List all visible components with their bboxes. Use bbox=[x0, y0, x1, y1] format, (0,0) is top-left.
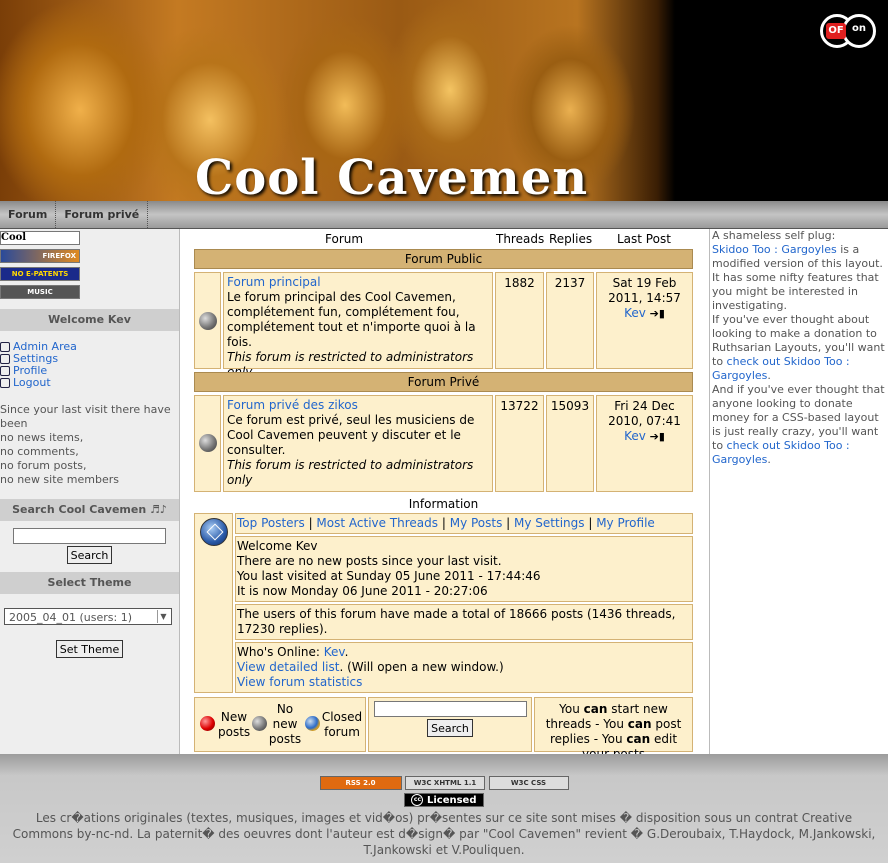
information-heading: Information bbox=[408, 497, 479, 511]
self-plug: A shameless self plug: Skidoo Too : Garg… bbox=[712, 229, 885, 466]
logout-link[interactable]: Logout bbox=[0, 377, 179, 388]
bullet-icon bbox=[0, 378, 10, 388]
online-user-link[interactable]: Kev bbox=[324, 645, 345, 659]
cool-cavemen-badge[interactable]: Cool Cavemen bbox=[0, 231, 80, 245]
left-sidebar: Cool Cavemen FIREFOX NO E-PATENTS MUSIC … bbox=[0, 229, 180, 754]
my-posts-link[interactable]: My Posts bbox=[450, 516, 503, 530]
no-new-posts-icon bbox=[199, 312, 217, 330]
col-header-threads: Threads bbox=[496, 232, 545, 246]
goto-post-icon[interactable]: ➔▮ bbox=[650, 430, 665, 443]
category-header: Forum Privé bbox=[194, 372, 693, 392]
my-profile-link[interactable]: My Profile bbox=[596, 516, 655, 530]
bullet-icon bbox=[0, 354, 10, 364]
col-header-replies: Replies bbox=[549, 232, 593, 246]
search-heading: Search Cool Cavemen ♬♪ bbox=[0, 499, 179, 521]
forum-search-input[interactable] bbox=[373, 701, 527, 717]
legend-new: New posts bbox=[218, 710, 251, 739]
welcome-info: Welcome Kev There are no new posts since… bbox=[235, 536, 693, 602]
col-header-forum: Forum bbox=[325, 232, 364, 246]
reply-count: 15093 bbox=[546, 395, 594, 492]
right-sidebar: A shameless self plug: Skidoo Too : Garg… bbox=[709, 229, 888, 754]
theme-select[interactable]: 2005_04_01 (users: 1) ▼ bbox=[4, 608, 172, 625]
openfacts-logo[interactable]: OF on bbox=[820, 14, 876, 52]
music-note-icon: ♬♪ bbox=[150, 503, 167, 516]
skidoo-link-3[interactable]: check out Skidoo Too : Gargoyles bbox=[712, 439, 850, 466]
forum-main: Forum Threads Replies Last Post Forum Pu… bbox=[180, 229, 708, 761]
new-posts-icon bbox=[200, 716, 215, 731]
settings-link[interactable]: Settings bbox=[0, 353, 179, 364]
set-theme-button[interactable]: Set Theme bbox=[55, 640, 124, 658]
rss-badge[interactable]: RSS 2.0 bbox=[319, 776, 402, 790]
since-last-visit: Since your last visit there have been no… bbox=[0, 403, 171, 486]
sidebar-search-input[interactable] bbox=[13, 528, 166, 544]
bullet-icon bbox=[0, 366, 10, 376]
thread-count: 1882 bbox=[495, 272, 544, 369]
forum-description: Le forum principal des Cool Cavemen, com… bbox=[227, 290, 476, 349]
whos-online-info: Who's Online: Kev. View detailed list. (… bbox=[235, 642, 693, 693]
thread-count: 13722 bbox=[495, 395, 544, 492]
last-post-user[interactable]: Kev bbox=[624, 306, 646, 320]
my-settings-link[interactable]: My Settings bbox=[514, 516, 585, 530]
total-posts-info: The users of this forum have made a tota… bbox=[235, 604, 693, 640]
top-posters-link[interactable]: Top Posters bbox=[237, 516, 305, 530]
legend-no-new: No new posts bbox=[268, 702, 302, 746]
forum-description: Ce forum est privé, seul les musiciens d… bbox=[227, 413, 475, 457]
detailed-list-link[interactable]: View detailed list bbox=[237, 660, 339, 674]
cc-icon: cc bbox=[411, 794, 424, 806]
skidoo-link-1[interactable]: Skidoo Too : Gargoyles bbox=[712, 243, 837, 256]
last-post-cell: Fri 24 Dec 2010, 07:41 Kev ➔▮ bbox=[596, 395, 693, 492]
site-banner: Cool Cavemen OF on bbox=[0, 0, 888, 201]
category-header: Forum Public bbox=[194, 249, 693, 269]
forum-search-button[interactable]: Search bbox=[427, 719, 473, 737]
last-post-cell: Sat 19 Feb 2011, 14:57 Kev ➔▮ bbox=[596, 272, 693, 369]
logo-left-text: OF bbox=[826, 23, 846, 39]
last-post-user[interactable]: Kev bbox=[624, 429, 646, 443]
forum-search: Search bbox=[368, 697, 532, 752]
forum-link[interactable]: Forum privé des zikos bbox=[227, 398, 489, 413]
page-footer: RSS 2.0 W3C XHTML 1.1 W3C CSS cc License… bbox=[0, 754, 888, 863]
closed-forum-icon bbox=[305, 716, 320, 731]
forum-row: Forum privé des zikos Ce forum est privé… bbox=[223, 395, 493, 492]
forum-link[interactable]: Forum principal bbox=[227, 275, 489, 290]
info-links: Top Posters | Most Active Threads | My P… bbox=[235, 513, 693, 534]
forum-restriction: This forum is restricted to administrato… bbox=[227, 458, 474, 487]
footer-copyright: Les cr�ations originales (textes, musiqu… bbox=[12, 811, 876, 857]
permissions: You can start new threads - You can post… bbox=[534, 697, 693, 761]
music-badge[interactable]: MUSIC bbox=[0, 285, 80, 299]
forum-statistics-link[interactable]: View forum statistics bbox=[237, 675, 691, 690]
cc-license-badge[interactable]: cc Licensed bbox=[404, 793, 484, 807]
info-cube-icon bbox=[200, 518, 228, 546]
no-new-posts-icon bbox=[199, 434, 217, 452]
skidoo-link-2[interactable]: check out Skidoo Too : Gargoyles bbox=[712, 355, 850, 382]
last-post-date: Fri 24 Dec 2010, 07:41 bbox=[608, 399, 681, 428]
goto-post-icon[interactable]: ➔▮ bbox=[650, 307, 665, 320]
dropdown-arrow-icon: ▼ bbox=[157, 610, 169, 623]
theme-heading: Select Theme bbox=[0, 572, 179, 594]
css-badge[interactable]: W3C CSS bbox=[488, 776, 569, 790]
icon-legend: New posts No new posts Closed forum bbox=[194, 697, 366, 752]
forum-status-cell bbox=[194, 395, 221, 492]
logo-right-text: on bbox=[852, 23, 866, 34]
bullet-icon bbox=[0, 342, 10, 352]
banner-title: Cool Cavemen bbox=[195, 150, 589, 201]
no-patents-badge[interactable]: NO E-PATENTS bbox=[0, 267, 80, 281]
col-header-last-post: Last Post bbox=[617, 232, 671, 246]
nav-forum-prive[interactable]: Forum privé bbox=[56, 201, 149, 228]
forum-status-cell bbox=[194, 272, 221, 369]
most-active-threads-link[interactable]: Most Active Threads bbox=[316, 516, 438, 530]
admin-area-link[interactable]: Admin Area bbox=[0, 341, 179, 352]
top-navigation: Forum Forum privé bbox=[0, 201, 888, 229]
profile-link[interactable]: Profile bbox=[0, 365, 179, 376]
firefox-badge[interactable]: FIREFOX bbox=[0, 249, 80, 263]
last-post-date: Sat 19 Feb 2011, 14:57 bbox=[608, 276, 681, 305]
xhtml-badge[interactable]: W3C XHTML 1.1 bbox=[405, 776, 485, 790]
info-icon-cell bbox=[194, 513, 233, 693]
legend-closed: Closed forum bbox=[321, 710, 363, 739]
forum-row: Forum principal Le forum principal des C… bbox=[223, 272, 493, 379]
sidebar-search-button[interactable]: Search bbox=[66, 546, 113, 564]
reply-count: 2137 bbox=[546, 272, 594, 369]
welcome-heading: Welcome Kev bbox=[0, 309, 179, 331]
nav-forum[interactable]: Forum bbox=[0, 201, 57, 228]
no-new-posts-icon bbox=[252, 716, 267, 731]
